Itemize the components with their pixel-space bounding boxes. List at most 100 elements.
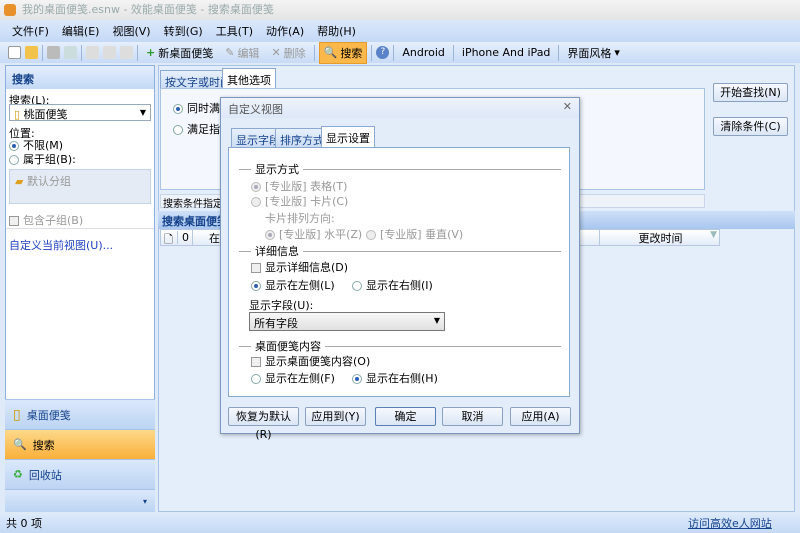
chevron-down-icon: ▾ bbox=[142, 496, 147, 506]
open-folder-icon[interactable] bbox=[25, 46, 38, 59]
new-file-icon[interactable] bbox=[8, 46, 21, 59]
tab-other-options[interactable]: 其他选项 bbox=[222, 68, 276, 89]
column-modified[interactable]: 更改时间 ▼ bbox=[599, 230, 721, 245]
app-icon bbox=[4, 4, 16, 16]
fields-label: 显示字段(U): bbox=[249, 299, 314, 312]
tab-display-settings[interactable]: 显示设置 bbox=[321, 126, 375, 148]
search-icon: 🔍 bbox=[13, 438, 27, 451]
content-group: 桌面便笺内容 bbox=[239, 338, 561, 354]
separator bbox=[371, 44, 373, 61]
separator bbox=[393, 44, 395, 61]
paste-icon[interactable] bbox=[120, 46, 133, 59]
group-list[interactable]: ▰ 默认分组 bbox=[9, 169, 151, 204]
window-title: 我的桌面便笺.esnw - 效能桌面便笺 - 搜索桌面便笺 bbox=[22, 3, 274, 16]
separator bbox=[452, 44, 454, 61]
cancel-button[interactable]: 取消 bbox=[442, 407, 503, 426]
item-count: 共 0 项 bbox=[6, 517, 42, 530]
dialog-titlebar: 自定义视图 ✕ bbox=[221, 98, 579, 118]
separator bbox=[42, 44, 43, 61]
new-note-button[interactable]: + 新桌面便笺 bbox=[142, 43, 217, 63]
separator bbox=[313, 44, 315, 61]
column-note-icon[interactable]: 🗋 bbox=[164, 231, 173, 250]
content-right-radio[interactable]: 显示在右侧(H) bbox=[352, 370, 438, 386]
copy-icon[interactable] bbox=[103, 46, 116, 59]
include-subgroups-checkbox[interactable]: 包含子组(B) bbox=[9, 212, 83, 228]
nav-notes[interactable]: ▯ 桌面便笺 bbox=[5, 399, 155, 429]
dropdown-icon: ▾ bbox=[614, 46, 620, 59]
nav-search[interactable]: 🔍 搜索 bbox=[5, 429, 155, 459]
customize-view-link[interactable]: 自定义当前视图(U)... bbox=[9, 237, 113, 253]
dialog-title: 自定义视图 bbox=[228, 103, 283, 116]
separator bbox=[81, 44, 82, 61]
search-target-select[interactable]: ▯ 桃面便笺 ▼ bbox=[9, 104, 151, 121]
column-attachment-icon[interactable]: 0 bbox=[177, 231, 189, 244]
android-button[interactable]: Android bbox=[398, 44, 449, 61]
print-icon[interactable] bbox=[47, 46, 60, 59]
ok-button[interactable]: 确定 bbox=[375, 407, 436, 426]
menu-file[interactable]: 文件(F) bbox=[12, 23, 49, 39]
menu-edit[interactable]: 编辑(E) bbox=[62, 23, 100, 39]
chevron-down-icon: ▼ bbox=[433, 316, 440, 325]
search-button[interactable]: 🔍 搜索 bbox=[318, 41, 368, 64]
customize-view-dialog: 自定义视图 ✕ 显示字段 排序方式 显示设置 显示方式 [专业版] 表格(T) [… bbox=[220, 97, 580, 441]
group-item[interactable]: 默认分组 bbox=[27, 175, 71, 188]
details-right-radio[interactable]: 显示在右侧(I) bbox=[352, 277, 433, 293]
status-bar: 共 0 项 访问高效e人网站 bbox=[0, 515, 800, 533]
details-group: 详细信息 bbox=[239, 243, 561, 259]
display-mode-group: 显示方式 bbox=[239, 161, 561, 177]
help-icon[interactable]: ? bbox=[376, 46, 390, 59]
delete-button[interactable]: ✕ 删除 bbox=[267, 43, 309, 63]
menu-goto[interactable]: 转到(G) bbox=[164, 23, 203, 39]
edit-button[interactable]: ✎ 编辑 bbox=[221, 43, 263, 63]
pencil-icon: ✎ bbox=[225, 46, 235, 59]
details-left-radio[interactable]: 显示在左侧(L) bbox=[251, 277, 335, 293]
notes-icon: ▯ bbox=[13, 406, 21, 423]
menu-tools[interactable]: 工具(T) bbox=[216, 23, 253, 39]
edit-label: 编辑 bbox=[237, 46, 260, 60]
start-search-button[interactable]: 开始查找(N) bbox=[713, 83, 788, 102]
horizontal-radio[interactable]: [专业版] 水平(Z) bbox=[265, 226, 362, 242]
settings-panel: 显示方式 [专业版] 表格(T) [专业版] 卡片(C) 卡片排列方向: [专业… bbox=[228, 147, 570, 397]
card-radio[interactable]: [专业版] 卡片(C) bbox=[251, 193, 348, 209]
fields-select[interactable]: 所有字段 ▼ bbox=[249, 312, 445, 331]
toolbar: + 新桌面便笺 ✎ 编辑 ✕ 删除 🔍 搜索 ? Android iPhone And … bbox=[0, 41, 800, 64]
print-preview-icon[interactable] bbox=[64, 46, 77, 59]
note-icon: ▯ bbox=[14, 108, 21, 121]
website-link[interactable]: 访问高效e人网站 bbox=[688, 515, 772, 533]
show-details-checkbox[interactable]: 显示详细信息(D) bbox=[251, 259, 348, 275]
iphone-button[interactable]: iPhone And iPad bbox=[458, 44, 555, 61]
cut-icon[interactable] bbox=[86, 46, 99, 59]
menu-view[interactable]: 视图(V) bbox=[112, 23, 150, 39]
nav-overflow[interactable]: ▾ bbox=[5, 489, 155, 512]
table-radio[interactable]: [专业版] 表格(T) bbox=[251, 178, 347, 194]
sort-icon: ▼ bbox=[710, 230, 717, 240]
delete-label: 删除 bbox=[283, 46, 306, 60]
skin-button[interactable]: 界面风格 ▾ bbox=[563, 43, 624, 63]
delete-icon: ✕ bbox=[271, 46, 281, 59]
chevron-down-icon: ▼ bbox=[139, 108, 146, 117]
vertical-radio[interactable]: [专业版] 垂直(V) bbox=[366, 226, 463, 242]
content-left-radio[interactable]: 显示在左侧(F) bbox=[251, 370, 335, 386]
apply-button[interactable]: 应用(A) bbox=[510, 407, 571, 426]
search-pane-header: 搜索 bbox=[6, 66, 154, 89]
close-icon[interactable]: ✕ bbox=[563, 100, 572, 113]
new-note-label: 新桌面便笺 bbox=[158, 46, 214, 60]
show-content-checkbox[interactable]: 显示桌面便笺内容(O) bbox=[251, 353, 370, 369]
nav-recycle[interactable]: ♻ 回收站 bbox=[5, 459, 155, 489]
search-label: 搜索 bbox=[340, 46, 363, 60]
title-bar: 我的桌面便笺.esnw - 效能桌面便笺 - 搜索桌面便笺 bbox=[0, 0, 800, 20]
menu-actions[interactable]: 动作(A) bbox=[266, 23, 304, 39]
menu-help[interactable]: 帮助(H) bbox=[317, 23, 356, 39]
location-group-radio[interactable]: 属于组(B): bbox=[9, 151, 76, 167]
divider bbox=[6, 228, 154, 229]
apply-to-button[interactable]: 应用到(Y) bbox=[305, 407, 366, 426]
skin-label: 界面风格 bbox=[567, 46, 612, 60]
search-target-value: 桃面便笺 bbox=[23, 108, 68, 121]
clear-criteria-button[interactable]: 清除条件(C) bbox=[713, 117, 788, 136]
folder-icon: ▰ bbox=[15, 175, 24, 188]
card-direction-label: 卡片排列方向: bbox=[265, 212, 335, 225]
separator bbox=[558, 44, 560, 61]
plus-icon: + bbox=[146, 46, 156, 59]
search-icon: 🔍 bbox=[323, 46, 338, 59]
reset-default-button[interactable]: 恢复为默认(R) bbox=[228, 407, 299, 441]
